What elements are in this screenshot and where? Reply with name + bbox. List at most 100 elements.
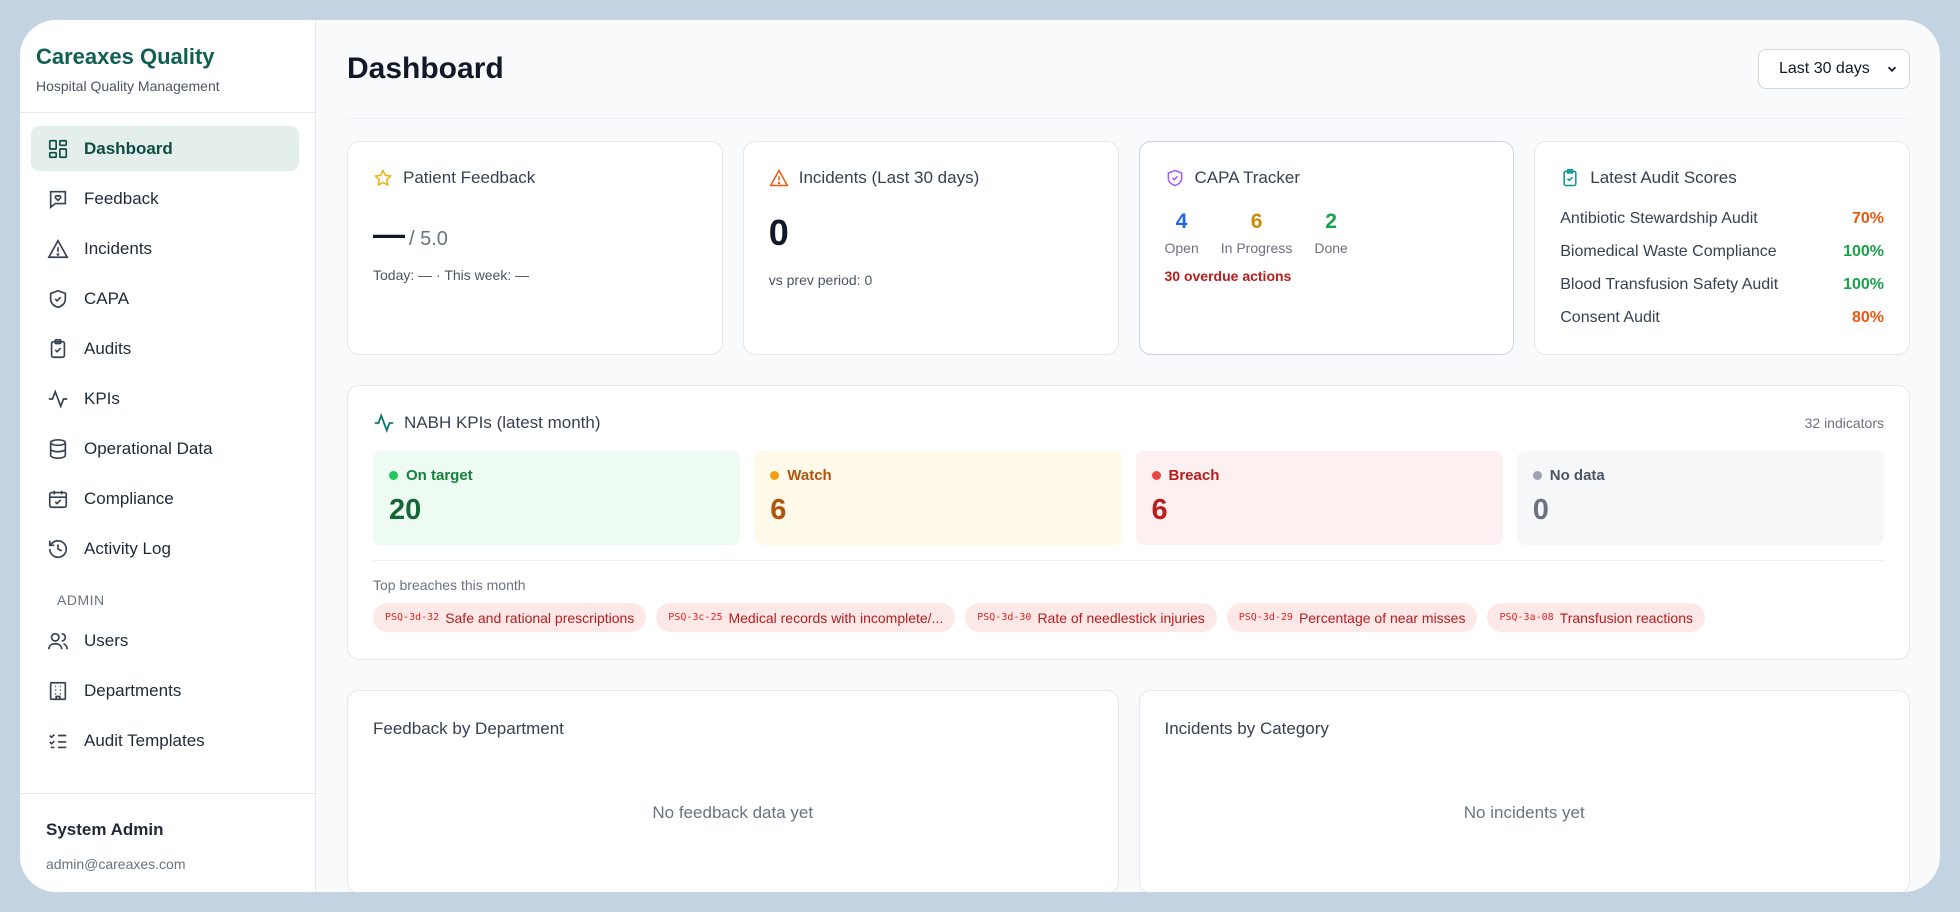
kpi-tile-label-text: No data <box>1549 467 1605 484</box>
date-range-value: Last 30 days <box>1779 60 1870 77</box>
sidebar-item-capa[interactable]: CAPA <box>31 276 299 321</box>
breach-pill[interactable]: PSQ-3d-29 Percentage of near misses <box>1226 603 1478 632</box>
card-title: CAPA Tracker <box>1194 168 1301 187</box>
layout-grid-icon <box>48 139 68 158</box>
audit-score: 70% <box>1851 209 1884 227</box>
sidebar-item-audits[interactable]: Audits <box>31 326 299 371</box>
kpi-tile-label-text: Watch <box>787 467 832 484</box>
sidebar-item-label: Audits <box>84 338 132 358</box>
date-range-select[interactable]: Last 30 days <box>1758 49 1910 89</box>
kpi-tile-breach[interactable]: Breach 6 <box>1135 451 1503 545</box>
sidebar-item-label: Operational Data <box>84 438 213 458</box>
capa-stat-label: Open <box>1164 240 1199 256</box>
feedback-subtext: Today: — · This week: — <box>373 267 530 283</box>
audit-score-row[interactable]: Blood Transfusion Safety Audit 100% <box>1560 268 1884 301</box>
breach-pill[interactable]: PSQ-3a-08 Transfusion reactions <box>1487 603 1705 632</box>
kpi-tile-label: Watch <box>770 467 1105 484</box>
breach-pill[interactable]: PSQ-3d-30 Rate of needlestick injuries <box>965 603 1217 632</box>
audit-scores-card[interactable]: Latest Audit Scores Antibiotic Stewardsh… <box>1534 141 1910 355</box>
breach-code: PSQ-3a-08 <box>1499 612 1554 623</box>
kpi-tile-label: Breach <box>1151 467 1487 484</box>
user-profile[interactable]: System Admin admin@careaxes.com <box>20 793 315 892</box>
clipboard-check-icon <box>1563 168 1577 187</box>
admin-section-label: ADMIN <box>57 592 105 608</box>
sidebar-item-feedback[interactable]: Feedback <box>31 176 299 221</box>
main-nav: Dashboard Feedback Incidents CAPA Audits… <box>20 113 315 768</box>
feedback-score: — / 5.0 <box>373 216 697 253</box>
summary-cards: Patient Feedback — / 5.0 Today: — · This… <box>347 141 1910 355</box>
status-dot <box>770 471 780 480</box>
audit-score-list: Antibiotic Stewardship Audit 70% Biomedi… <box>1560 202 1884 334</box>
building-icon <box>49 681 67 700</box>
incidents-card[interactable]: Incidents (Last 30 days) 0 vs prev perio… <box>742 141 1119 355</box>
empty-state: No incidents yet <box>1463 803 1585 822</box>
sidebar-item-kpis[interactable]: KPIs <box>31 376 299 421</box>
capa-stat-open: 4 Open <box>1165 210 1199 256</box>
sidebar-item-dashboard[interactable]: Dashboard <box>31 126 299 171</box>
sidebar-item-operational-data[interactable]: Operational Data <box>31 426 299 471</box>
breach-pill[interactable]: PSQ-3c-25 Medical records with incomplet… <box>656 603 956 632</box>
sidebar-item-label: Dashboard <box>84 138 173 158</box>
card-title: Latest Audit Scores <box>1590 168 1737 187</box>
sidebar-item-label: Feedback <box>84 188 159 208</box>
breach-code: PSQ-3d-29 <box>1238 612 1293 623</box>
sidebar-item-label: Audit Templates <box>84 730 205 750</box>
sidebar: Careaxes Quality Hospital Quality Manage… <box>20 20 316 892</box>
card-header: Patient Feedback <box>373 168 697 188</box>
breach-pill-list: PSQ-3d-32 Safe and rational prescription… <box>373 603 1884 632</box>
capa-stat-value: 4 <box>1175 210 1188 233</box>
shield-check-icon <box>49 289 67 308</box>
capa-stat-in-progress: 6 In Progress <box>1221 210 1293 256</box>
audit-score-row[interactable]: Consent Audit 80% <box>1560 301 1884 334</box>
breach-label: Safe and rational prescriptions <box>445 609 635 626</box>
sidebar-item-label: Departments <box>84 680 182 700</box>
kpi-tile-on-target[interactable]: On target 20 <box>373 451 741 545</box>
kpi-tile-value: 20 <box>389 494 422 526</box>
audit-name: Antibiotic Stewardship Audit <box>1560 209 1758 227</box>
alert-triangle-icon <box>769 168 789 187</box>
feedback-score-max: / 5.0 <box>409 228 448 250</box>
star-icon <box>373 168 393 187</box>
audit-score-row[interactable]: Antibiotic Stewardship Audit 70% <box>1560 202 1884 235</box>
patient-feedback-card[interactable]: Patient Feedback — / 5.0 Today: — · This… <box>347 141 723 355</box>
audit-score-row[interactable]: Biomedical Waste Compliance 100% <box>1560 235 1884 268</box>
breach-code: PSQ-3c-25 <box>668 612 723 623</box>
incident-count: 0 <box>768 212 789 253</box>
kpi-tile-label: No data <box>1532 467 1868 484</box>
brand: Careaxes Quality Hospital Quality Manage… <box>20 20 315 113</box>
sidebar-item-activity-log[interactable]: Activity Log <box>31 526 299 571</box>
feedback-by-department-card: Feedback by Department No feedback data … <box>347 690 1119 892</box>
capa-stat-value: 6 <box>1250 210 1263 233</box>
sidebar-item-users[interactable]: Users <box>31 618 299 663</box>
kpi-tile-no-data[interactable]: No data 0 <box>1516 451 1884 545</box>
sidebar-item-compliance[interactable]: Compliance <box>31 476 299 521</box>
sidebar-item-departments[interactable]: Departments <box>31 668 299 713</box>
incidents-by-category-card: Incidents by Category No incidents yet <box>1138 690 1910 892</box>
card-header: CAPA Tracker <box>1165 168 1489 188</box>
sidebar-item-label: KPIs <box>84 388 120 408</box>
topbar: Dashboard Last 30 days <box>347 20 1910 119</box>
brand-title[interactable]: Careaxes Quality <box>36 44 299 70</box>
kpi-tile-label: On target <box>389 467 724 484</box>
sidebar-item-label: Compliance <box>84 488 174 508</box>
list-checks-icon <box>49 733 67 748</box>
empty-state: No feedback data yet <box>652 803 814 822</box>
sidebar-item-label: Activity Log <box>84 538 171 558</box>
capa-tracker-card[interactable]: CAPA Tracker 4 Open 6 In Progress 2 Done <box>1138 141 1515 355</box>
page-title: Dashboard <box>347 52 504 85</box>
status-dot <box>1532 471 1542 480</box>
feedback-icon <box>49 190 67 209</box>
kpi-title: NABH KPIs (latest month) <box>373 412 601 434</box>
capa-stat-value: 2 <box>1325 210 1337 233</box>
sidebar-item-incidents[interactable]: Incidents <box>31 226 299 271</box>
breach-pill[interactable]: PSQ-3d-32 Safe and rational prescription… <box>373 603 647 632</box>
breach-code: PSQ-3d-30 <box>977 612 1032 623</box>
kpi-tile-watch[interactable]: Watch 6 <box>754 451 1122 545</box>
sidebar-item-audit-templates[interactable]: Audit Templates <box>31 718 299 763</box>
sidebar-item-label: Users <box>84 630 129 650</box>
status-dot <box>1151 471 1161 480</box>
user-name: System Admin <box>46 820 164 839</box>
capa-overdue-link[interactable]: 30 overdue actions <box>1165 268 1489 284</box>
card-header: Latest Audit Scores <box>1560 168 1884 188</box>
audit-score: 80% <box>1851 308 1884 326</box>
